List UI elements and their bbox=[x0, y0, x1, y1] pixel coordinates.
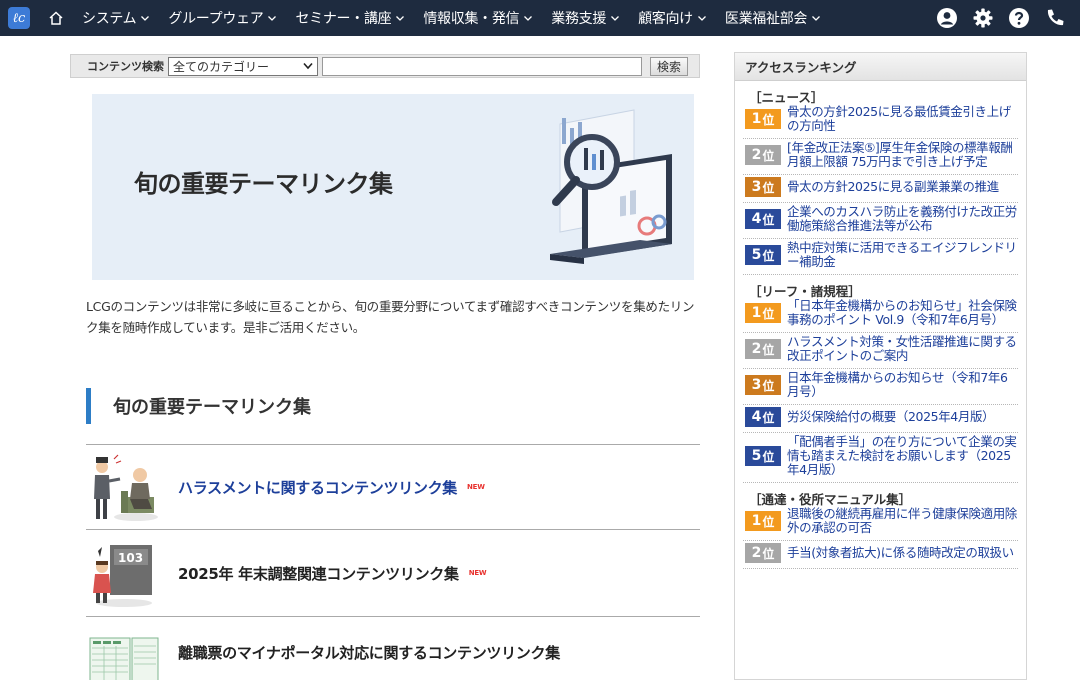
link-title[interactable]: 2025年 年末調整関連コンテンツリンク集 bbox=[178, 563, 459, 584]
gear-icon[interactable] bbox=[972, 7, 994, 29]
chevron-down-icon bbox=[395, 13, 405, 23]
ranking-link[interactable]: ハラスメント対策・女性活躍推進に関する改正ポイントのご案内 bbox=[787, 335, 1018, 363]
link-title[interactable]: 離職票のマイナポータル対応に関するコンテンツリンク集 bbox=[178, 642, 560, 663]
chevron-down-icon bbox=[523, 13, 533, 23]
nav-item-label: 情報収集・発信 bbox=[423, 11, 520, 27]
nav-item-customers[interactable]: 顧客向け bbox=[638, 8, 707, 28]
link-row-harassment[interactable]: ハラスメントに関するコンテンツリンク集 NEW bbox=[86, 447, 700, 527]
content-search-bar: コンテンツ検索 全てのカテゴリー 検索 bbox=[70, 54, 700, 78]
logo[interactable]: ℓc bbox=[8, 7, 30, 29]
rank-badge: 1位 bbox=[745, 303, 781, 323]
new-badge: NEW bbox=[467, 483, 485, 491]
link-title[interactable]: ハラスメントに関するコンテンツリンク集 bbox=[178, 477, 457, 498]
ranking-link[interactable]: 手当(対象者拡大)に係る随時改定の取扱い bbox=[787, 546, 1014, 560]
harassment-illustration bbox=[86, 449, 162, 525]
chevron-down-icon bbox=[140, 13, 150, 23]
chevron-down-icon bbox=[303, 59, 313, 73]
ranking-link[interactable]: 労災保険給付の概要（2025年4月版） bbox=[787, 410, 995, 424]
nav-item-system[interactable]: システム bbox=[82, 8, 150, 28]
ranking-item[interactable]: 2 位ハラスメント対策・女性活躍推進に関する改正ポイントのご案内 bbox=[743, 333, 1018, 369]
home-icon[interactable] bbox=[46, 8, 66, 28]
nav-item-business-support[interactable]: 業務支援 bbox=[551, 8, 620, 28]
rank-badge: 1位 bbox=[745, 109, 781, 129]
category-select-value: 全てのカテゴリー bbox=[173, 59, 270, 74]
ranking-item[interactable]: 3 位骨太の方針2025に見る副業兼業の推進 bbox=[743, 175, 1018, 203]
ranking-link[interactable]: 「配偶者手当」の在り方について企業の実情も踏まえた検討をお願いします（2025年… bbox=[787, 435, 1018, 477]
intro-text: LCGのコンテンツは非常に多岐に亘ることから、旬の重要分野についてまず確認すべき… bbox=[86, 299, 695, 335]
phone-icon[interactable] bbox=[1044, 7, 1066, 29]
hero-banner: 旬の重要テーマリンク集 bbox=[92, 94, 694, 280]
rank-badge: 2位 bbox=[745, 339, 781, 359]
category-select[interactable]: 全てのカテゴリー bbox=[168, 56, 318, 76]
section-title: 旬の重要テーマリンク集 bbox=[86, 388, 311, 424]
rank-badge: 3位 bbox=[745, 375, 781, 395]
search-button[interactable]: 検索 bbox=[650, 56, 689, 76]
rank-badge: 1位 bbox=[745, 511, 781, 531]
top-navigation: ℓc システム グループウェア セミナー・講座 情報収集・発信 業務支援 顧客向… bbox=[0, 0, 1080, 36]
ranking-category-news: ［ニュース］ bbox=[749, 90, 824, 105]
nav-item-information[interactable]: 情報収集・発信 bbox=[423, 8, 533, 28]
ranking-category-leaflets: ［リーフ・諸規程］ bbox=[749, 284, 861, 299]
rank-badge: 4位 bbox=[745, 209, 781, 229]
rank-badge: 5位 bbox=[745, 446, 781, 466]
year-end-calendar-illustration: 103 bbox=[86, 535, 162, 611]
divider bbox=[86, 444, 700, 445]
laptop-magnifier-illustration bbox=[522, 104, 692, 273]
nav-item-seminar[interactable]: セミナー・講座 bbox=[295, 8, 405, 28]
nav-icons bbox=[936, 0, 1080, 36]
chevron-down-icon bbox=[267, 13, 277, 23]
ranking-item[interactable]: 5 位熱中症対策に活用できるエイジフレンドリー補助金 bbox=[743, 239, 1018, 275]
ranking-link[interactable]: 退職後の継続再雇用に伴う健康保険適用除外の承認の可否 bbox=[787, 507, 1018, 535]
help-icon[interactable] bbox=[1008, 7, 1030, 29]
ranking-item[interactable]: 4 位企業へのカスハラ防止を義務付けた改正労働施策総合推進法等が公布 bbox=[743, 203, 1018, 239]
ranking-link[interactable]: 骨太の方針2025に見る副業兼業の推進 bbox=[787, 180, 999, 194]
divider bbox=[86, 529, 700, 530]
nav-item-label: システム bbox=[82, 11, 137, 27]
access-ranking-sidebar: アクセスランキング ［ニュース］ 1 位骨太の方針2025に見る最低賃金引き上げの… bbox=[734, 52, 1027, 680]
ranking-item[interactable]: 1 位骨太の方針2025に見る最低賃金引き上げの方向性 bbox=[743, 103, 1018, 139]
ranking-header: アクセスランキング bbox=[735, 53, 1026, 81]
user-icon[interactable] bbox=[936, 7, 958, 29]
search-input[interactable] bbox=[322, 56, 642, 76]
ranking-item[interactable]: 3 位日本年金機構からのお知らせ（令和7年6月号） bbox=[743, 369, 1018, 405]
nav-item-label: グループウェア bbox=[168, 11, 264, 27]
nav-item-label: 医業福祉部会 bbox=[724, 11, 808, 27]
new-badge: NEW bbox=[468, 569, 487, 577]
rank-badge: 2位 bbox=[745, 543, 781, 563]
ranking-link[interactable]: 「日本年金機構からのお知らせ」社会保険事務のポイント Vol.9（令和7年6月号… bbox=[787, 299, 1018, 327]
search-label: コンテンツ検索 bbox=[87, 60, 164, 73]
link-row-separation-slip[interactable]: 離職票のマイナポータル対応に関するコンテンツリンク集 bbox=[86, 612, 700, 680]
rank-badge: 2位 bbox=[745, 145, 781, 165]
chevron-down-icon bbox=[610, 13, 620, 23]
main-menu: システム グループウェア セミナー・講座 情報収集・発信 業務支援 顧客向け 医… bbox=[82, 8, 839, 28]
nav-item-medical-welfare[interactable]: 医業福祉部会 bbox=[725, 8, 821, 28]
ranking-link[interactable]: 企業へのカスハラ防止を義務付けた改正労働施策総合推進法等が公布 bbox=[787, 205, 1018, 233]
ranking-category-notices: ［通達・役所マニュアル集］ bbox=[749, 492, 912, 507]
chevron-down-icon bbox=[811, 13, 821, 23]
hero-title: 旬の重要テーマリンク集 bbox=[134, 170, 393, 198]
nav-item-label: セミナー・講座 bbox=[295, 11, 392, 27]
svg-text:103: 103 bbox=[118, 551, 143, 565]
nav-item-groupware[interactable]: グループウェア bbox=[168, 8, 277, 28]
ranking-item[interactable]: 2 位 [年金改正法案⑤]厚生年金保険の標準報酬月額上限額 75万円まで引き上げ予定 bbox=[743, 139, 1018, 175]
ranking-item[interactable]: 5 位「配偶者手当」の在り方について企業の実情も踏まえた検討をお願いします（202… bbox=[743, 433, 1018, 483]
document-form-illustration bbox=[86, 614, 162, 680]
ranking-link[interactable]: 日本年金機構からのお知らせ（令和7年6月号） bbox=[787, 371, 1018, 399]
rank-badge: 3位 bbox=[745, 177, 781, 197]
ranking-link[interactable]: 熱中症対策に活用できるエイジフレンドリー補助金 bbox=[787, 241, 1018, 269]
link-row-year-end-adjustment[interactable]: 103 2025年 年末調整関連コンテンツリンク集 NEW bbox=[86, 533, 700, 613]
ranking-item[interactable]: 4 位労災保険給付の概要（2025年4月版） bbox=[743, 405, 1018, 433]
chevron-down-icon bbox=[697, 13, 707, 23]
ranking-item[interactable]: 2 位手当(対象者拡大)に係る随時改定の取扱い bbox=[743, 541, 1018, 569]
rank-badge: 5位 bbox=[745, 245, 781, 265]
ranking-item[interactable]: 1 位退職後の継続再雇用に伴う健康保険適用除外の承認の可否 bbox=[743, 505, 1018, 541]
ranking-item[interactable]: 1 位「日本年金機構からのお知らせ」社会保険事務のポイント Vol.9（令和7年6… bbox=[743, 297, 1018, 333]
rank-badge: 4位 bbox=[745, 407, 781, 427]
ranking-link[interactable]: [年金改正法案⑤]厚生年金保険の標準報酬月額上限額 75万円まで引き上げ予定 bbox=[787, 141, 1018, 169]
ranking-link[interactable]: 骨太の方針2025に見る最低賃金引き上げの方向性 bbox=[787, 105, 1018, 133]
nav-item-label: 業務支援 bbox=[551, 11, 607, 27]
nav-item-label: 顧客向け bbox=[638, 11, 693, 27]
